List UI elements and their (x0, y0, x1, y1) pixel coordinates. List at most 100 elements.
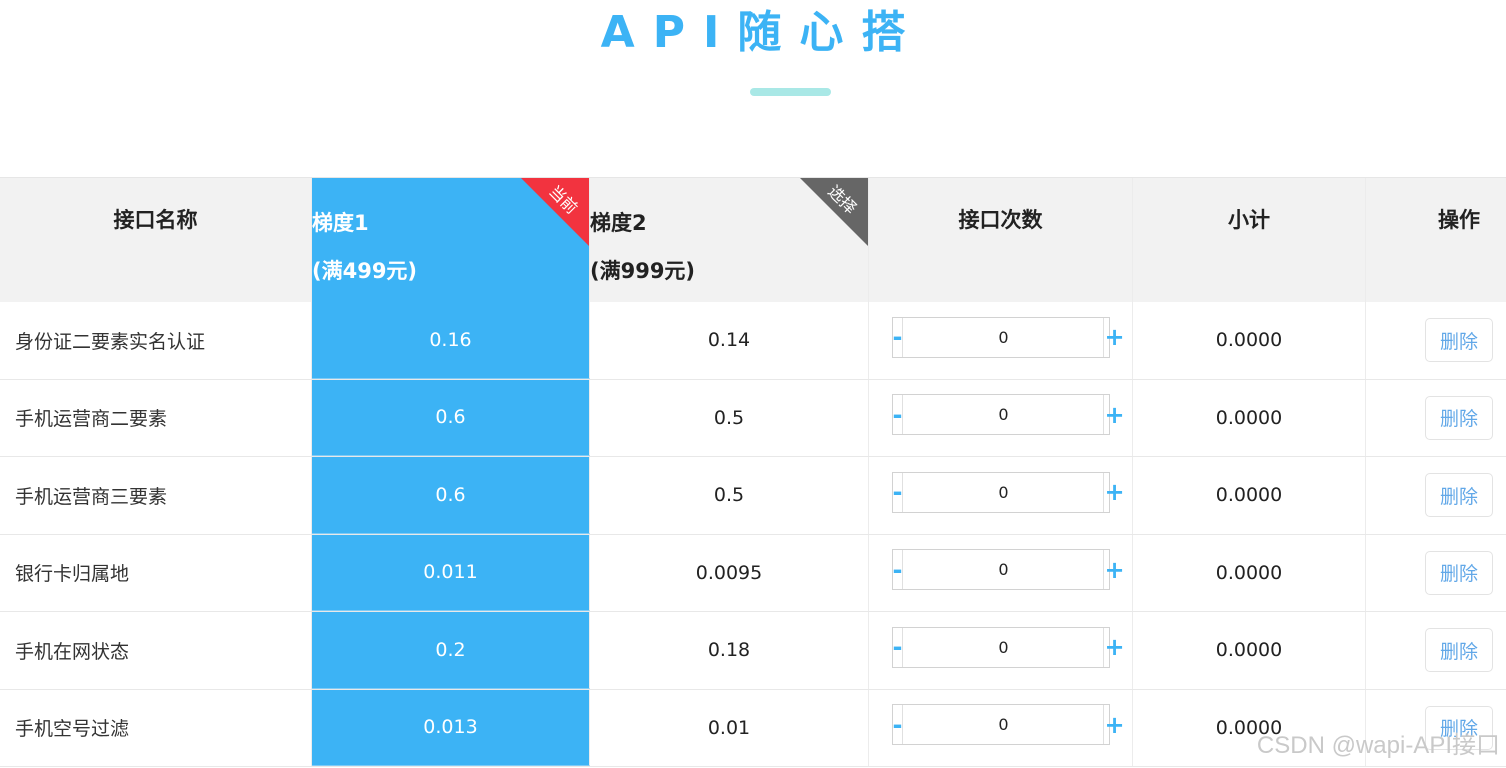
qty-stepper: - + (891, 471, 1125, 513)
table-row: 手机运营商三要素 0.6 0.5 - + 0.0000 删除 (0, 457, 1506, 535)
table-row: 身份证二要素实名认证 0.16 0.14 - + 0.0000 删除 (0, 302, 1506, 380)
tier1-price: 0.2 (312, 612, 590, 689)
plus-icon: + (1104, 710, 1125, 739)
tier2-price: 0.5 (590, 457, 869, 534)
header-op: 操作 (1438, 208, 1480, 232)
api-name: 手机在网状态 (0, 612, 312, 689)
delete-button[interactable]: 删除 (1425, 473, 1493, 518)
api-name: 手机运营商三要素 (0, 457, 312, 534)
increase-button[interactable]: + (1103, 705, 1125, 745)
increase-button[interactable]: + (1103, 472, 1125, 512)
tier1-price: 0.6 (312, 379, 590, 456)
subtotal: 0.0000 (1133, 379, 1366, 456)
qty-cell: - + (869, 612, 1133, 689)
qty-input[interactable] (903, 550, 1104, 590)
header-tier2-threshold: (满999元) (590, 259, 696, 283)
increase-button[interactable]: + (1103, 317, 1125, 357)
decrease-button[interactable]: - (892, 395, 904, 435)
op-cell: 删除 (1366, 535, 1506, 612)
current-badge-label: 当前 (545, 181, 582, 218)
header-tier1[interactable]: 梯度1 (满499元) 当前 (312, 178, 590, 302)
tier1-price: 0.013 (312, 689, 590, 766)
decrease-button[interactable]: - (892, 705, 904, 745)
api-name: 身份证二要素实名认证 (0, 302, 312, 379)
delete-button[interactable]: 删除 (1425, 395, 1493, 440)
qty-stepper: - + (891, 394, 1125, 436)
tier1-price: 0.6 (312, 457, 590, 534)
qty-cell: - + (869, 534, 1133, 611)
select-badge[interactable]: 选择 (800, 178, 868, 246)
decrease-button[interactable]: - (892, 472, 904, 512)
tier2-price: 0.5 (590, 379, 869, 456)
minus-icon: - (892, 555, 903, 584)
header-subtotal: 小计 (1133, 178, 1366, 302)
subtotal: 0.0000 (1133, 302, 1366, 379)
current-badge: 当前 (521, 178, 589, 246)
tier2-price: 0.01 (590, 689, 869, 766)
op-cell: 删除 (1366, 302, 1506, 379)
api-name: 手机空号过滤 (0, 689, 312, 766)
decrease-button[interactable]: - (892, 550, 904, 590)
plus-icon: + (1104, 633, 1125, 662)
header-tier2[interactable]: 梯度2 (满999元) 选择 (590, 178, 869, 302)
qty-input[interactable] (903, 395, 1104, 435)
op-cell: 删除 (1366, 457, 1506, 534)
decrease-button[interactable]: - (892, 627, 904, 667)
qty-stepper: - + (891, 626, 1125, 668)
table-body: 身份证二要素实名认证 0.16 0.14 - + 0.0000 删除 手机运营商… (0, 302, 1506, 767)
qty-cell: - + (869, 457, 1133, 534)
header-qty: 接口次数 (869, 178, 1133, 302)
decrease-button[interactable]: - (892, 317, 904, 357)
tier1-price: 0.16 (312, 302, 590, 379)
tier2-price: 0.18 (590, 612, 869, 689)
plus-icon: + (1104, 478, 1125, 507)
subtotal: 0.0000 (1133, 534, 1366, 611)
tier2-price: 0.14 (590, 302, 869, 379)
select-badge-label: 选择 (824, 181, 861, 218)
qty-cell: - + (869, 302, 1133, 379)
increase-button[interactable]: + (1103, 550, 1125, 590)
page: API随心搭 接口名称 梯度1 (满499元) 当前 梯度2 (满999元) 选… (0, 0, 1506, 768)
table-row: 银行卡归属地 0.011 0.0095 - + 0.0000 删除 (0, 534, 1506, 612)
table-row: 手机在网状态 0.2 0.18 - + 0.0000 删除 (0, 612, 1506, 690)
qty-stepper: - + (891, 316, 1125, 358)
table-row: 手机运营商二要素 0.6 0.5 - + 0.0000 删除 (0, 379, 1506, 457)
header-tier1-title: 梯度1 (312, 211, 369, 235)
qty-input[interactable] (903, 627, 1104, 667)
qty-input[interactable] (903, 472, 1104, 512)
plus-icon: + (1104, 400, 1125, 429)
api-table: 接口名称 梯度1 (满499元) 当前 梯度2 (满999元) 选择 接口次数 … (0, 177, 1506, 767)
qty-input[interactable] (903, 705, 1104, 745)
api-name: 手机运营商二要素 (0, 379, 312, 456)
minus-icon: - (892, 323, 903, 352)
delete-button[interactable]: 删除 (1425, 550, 1493, 595)
increase-button[interactable]: + (1103, 627, 1125, 667)
tier1-price: 0.011 (312, 534, 590, 611)
header-tier1-threshold: (满499元) (312, 259, 418, 283)
qty-cell: - + (869, 379, 1133, 456)
qty-input[interactable] (903, 317, 1104, 357)
table-header: 接口名称 梯度1 (满499元) 当前 梯度2 (满999元) 选择 接口次数 … (0, 178, 1506, 302)
qty-stepper: - + (891, 704, 1125, 746)
title-underline (750, 88, 831, 96)
op-cell: 删除 (1366, 612, 1506, 689)
delete-button[interactable]: 删除 (1425, 318, 1493, 363)
subtotal: 0.0000 (1133, 612, 1366, 689)
delete-button[interactable]: 删除 (1425, 628, 1493, 673)
page-title: API随心搭 (600, 7, 924, 58)
minus-icon: - (892, 633, 903, 662)
minus-icon: - (892, 478, 903, 507)
plus-icon: + (1104, 323, 1125, 352)
header-name: 接口名称 (0, 178, 312, 302)
increase-button[interactable]: + (1103, 395, 1125, 435)
op-cell: 删除 (1366, 380, 1506, 457)
minus-icon: - (892, 710, 903, 739)
subtotal: 0.0000 (1133, 457, 1366, 534)
qty-cell: - + (869, 689, 1133, 766)
minus-icon: - (892, 400, 903, 429)
plus-icon: + (1104, 555, 1125, 584)
api-name: 银行卡归属地 (0, 534, 312, 611)
tier2-price: 0.0095 (590, 534, 869, 611)
qty-stepper: - + (891, 549, 1125, 591)
watermark: CSDN @wapi-API接口 (1256, 732, 1500, 759)
